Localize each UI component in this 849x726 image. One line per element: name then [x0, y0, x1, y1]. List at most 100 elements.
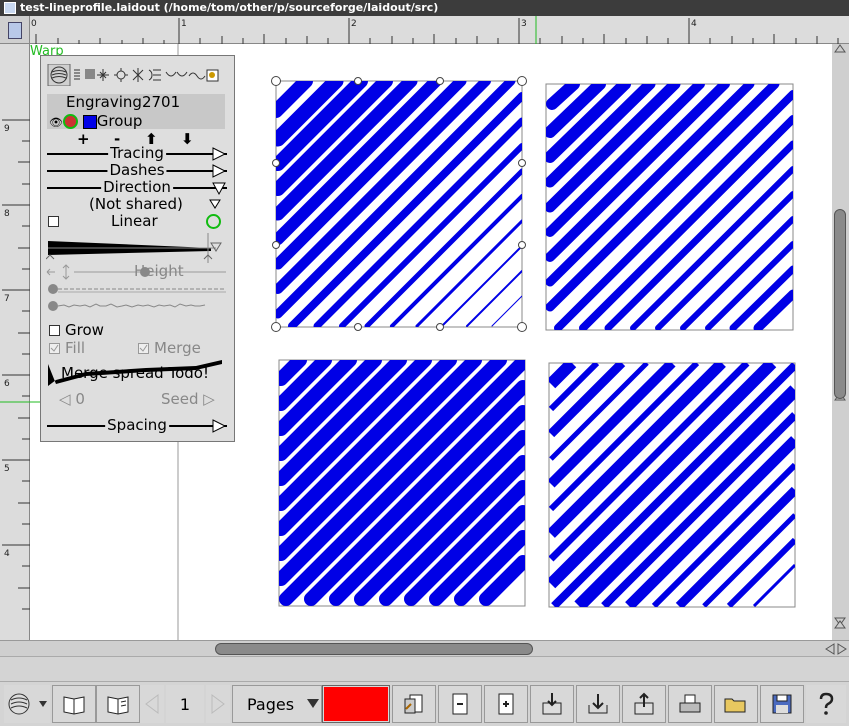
engraving-object-3[interactable]	[278, 359, 526, 607]
hruler-label: 4	[691, 19, 697, 29]
collapse-arrow-icon[interactable]	[211, 180, 227, 196]
dashes-section[interactable]: Dashes	[47, 161, 227, 179]
merge-spread-label: Merge spread Todo!	[61, 364, 209, 382]
pages-dropdown[interactable]: Pages	[232, 685, 322, 723]
page-icon	[8, 22, 22, 39]
horizontal-scrollbar[interactable]	[0, 640, 849, 656]
engraving-object-1[interactable]	[271, 76, 527, 332]
spread-view-button[interactable]	[96, 685, 140, 723]
seed-increment-button[interactable]: Seed ▷	[161, 390, 215, 408]
engraving-object-4[interactable]	[548, 362, 796, 608]
vertical-scrollbar[interactable]	[832, 44, 849, 640]
dropdown-arrow-icon	[307, 699, 319, 708]
seed-decrement-button[interactable]: ◁ 0	[59, 390, 85, 408]
save-button[interactable]	[760, 685, 804, 723]
vertical-ruler[interactable]: 9 8 7 6 5 4	[0, 44, 30, 640]
height-label: Height	[134, 262, 184, 280]
page-settings-icon	[404, 694, 423, 714]
seed-value: 0	[75, 390, 85, 408]
spacing-section[interactable]: Spacing	[47, 416, 227, 434]
export-icon	[634, 692, 654, 715]
next-page-button[interactable]	[206, 685, 230, 723]
tracing-section[interactable]: Tracing	[47, 144, 227, 162]
floppy-disk-icon	[772, 694, 792, 714]
vruler-label: 7	[4, 294, 10, 304]
spacing-label: Spacing	[105, 416, 169, 434]
book-spread-icon	[107, 696, 129, 715]
grow-checkbox[interactable]	[49, 325, 60, 336]
status-circle-icon[interactable]	[206, 214, 221, 229]
expand-arrow-icon[interactable]	[211, 146, 227, 162]
ruler-corner-button[interactable]	[0, 16, 30, 44]
window-titlebar: test-lineprofile.laidout (/home/tom/othe…	[0, 0, 849, 16]
export-button[interactable]	[622, 685, 666, 723]
horizontal-ruler[interactable]: 0 1 2 3 4	[30, 16, 849, 44]
page-properties-button[interactable]	[392, 685, 436, 723]
print-button[interactable]	[668, 685, 712, 723]
download-button[interactable]	[576, 685, 620, 723]
fill-label: Fill	[65, 339, 86, 357]
import-button[interactable]	[530, 685, 574, 723]
ruler-ticks	[35, 16, 839, 44]
folder-open-icon	[724, 698, 746, 713]
height-row[interactable]: Height	[41, 262, 234, 281]
dropdown-arrow-icon[interactable]	[209, 199, 221, 209]
app-icon	[4, 2, 16, 14]
page-plus-icon	[498, 693, 514, 715]
status-dot-icon[interactable]	[63, 114, 78, 129]
hscroll-arrows[interactable]	[825, 642, 847, 656]
status-bar	[0, 656, 849, 682]
direction-label: Direction	[101, 178, 173, 196]
dashes-label: Dashes	[107, 161, 167, 179]
noise-curve-editor[interactable]	[46, 282, 228, 318]
merge-label: Merge	[154, 339, 201, 357]
expand-arrow-icon[interactable]	[211, 163, 227, 179]
printer-icon	[679, 694, 701, 713]
tool-mode-row	[41, 64, 234, 86]
open-button[interactable]	[714, 685, 758, 723]
profile-curve-editor[interactable]	[46, 229, 226, 265]
pages-label: Pages	[247, 694, 295, 714]
page-minus-icon	[452, 693, 468, 715]
download-icon	[588, 694, 608, 714]
tool-menu-button[interactable]	[4, 685, 50, 723]
vruler-label: 6	[4, 379, 10, 389]
vscroll-thumb[interactable]	[834, 209, 846, 399]
expand-arrow-icon[interactable]	[211, 418, 227, 434]
previous-page-button[interactable]	[140, 685, 164, 723]
window-title: test-lineprofile.laidout (/home/tom/othe…	[20, 1, 439, 14]
vruler-label: 4	[4, 549, 10, 559]
direction-section[interactable]: Direction	[47, 178, 227, 196]
hruler-label: 3	[521, 19, 527, 29]
single-page-view-button[interactable]	[52, 685, 96, 723]
fill-checkbox[interactable]	[49, 343, 60, 354]
tool-mode-icons	[47, 64, 219, 86]
book-open-icon	[63, 696, 85, 715]
color-swatch-icon[interactable]	[82, 114, 97, 129]
grow-label: Grow	[65, 321, 104, 339]
linear-checkbox[interactable]	[48, 216, 59, 227]
question-mark-icon	[819, 692, 834, 715]
linear-label: Linear	[111, 212, 158, 230]
help-button[interactable]	[806, 685, 846, 723]
hruler-label: 1	[181, 19, 187, 29]
object-name[interactable]: Engraving2701	[66, 93, 180, 111]
color-swatch	[324, 687, 388, 721]
not-shared-label[interactable]: (Not shared)	[89, 195, 183, 213]
remove-page-button[interactable]	[438, 685, 482, 723]
vruler-label: 9	[4, 124, 10, 134]
import-icon	[542, 693, 562, 715]
seed-label: Seed	[161, 390, 199, 408]
hruler-label: 2	[351, 19, 357, 29]
engraver-panel: Engraving2701 👁 Group + - ⬆ ⬇ Tracing Da…	[40, 55, 235, 442]
triangle-right-icon	[211, 694, 225, 714]
group-row[interactable]: 👁 Group	[49, 112, 142, 130]
eye-icon[interactable]: 👁	[49, 116, 63, 129]
page-number[interactable]: 1	[166, 685, 204, 723]
color-swatch-button[interactable]	[322, 685, 390, 723]
add-page-button[interactable]	[484, 685, 528, 723]
merge-checkbox[interactable]	[138, 343, 149, 354]
hscroll-thumb[interactable]	[215, 643, 533, 655]
engraving-object-2[interactable]	[545, 83, 794, 331]
vruler-label: 5	[4, 464, 10, 474]
